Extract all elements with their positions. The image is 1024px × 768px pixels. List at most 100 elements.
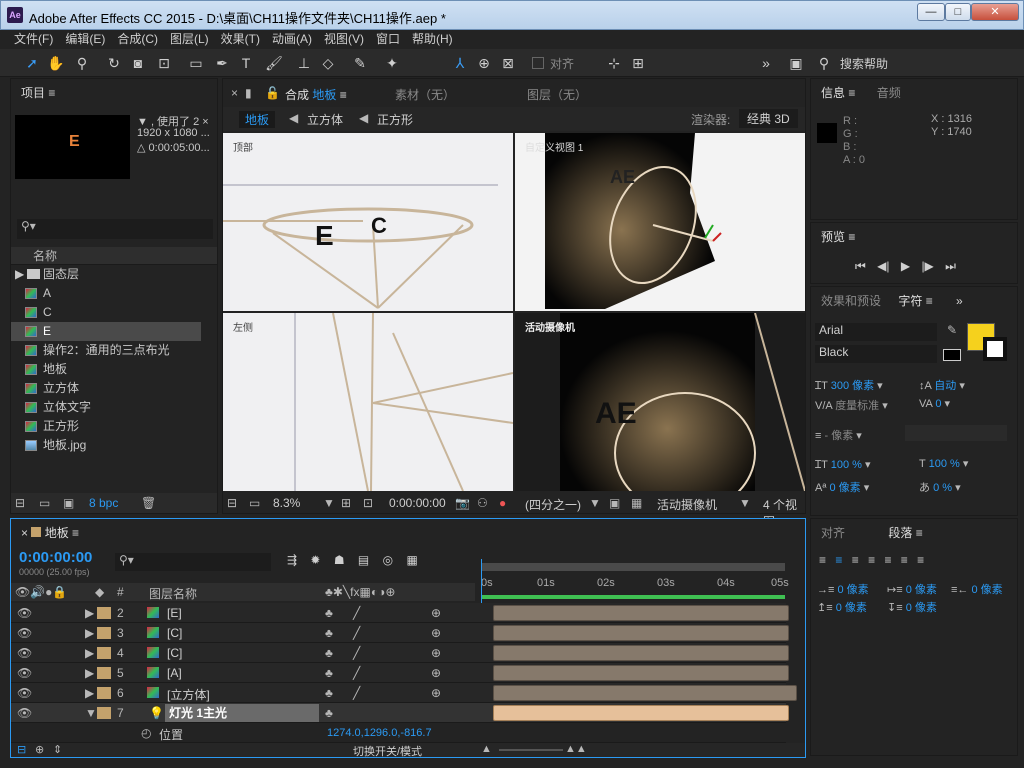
- bit-depth-button[interactable]: 8 bpc: [89, 496, 118, 510]
- minimize-button[interactable]: —: [917, 3, 945, 21]
- menu-animation[interactable]: 动画(A): [266, 30, 318, 49]
- rotate-tool-icon[interactable]: ↻: [104, 53, 124, 73]
- dropdown-icon[interactable]: ▼: [323, 496, 335, 510]
- collapse-switch-icon[interactable]: ♣: [325, 646, 333, 660]
- list-item[interactable]: 地板.jpg: [11, 436, 201, 455]
- collapse-switch-icon[interactable]: ♣: [325, 606, 333, 620]
- expand-arrow-icon[interactable]: ▶: [85, 686, 94, 700]
- view-left[interactable]: 左侧: [223, 313, 513, 491]
- monitor-icon[interactable]: ▭: [249, 496, 260, 510]
- baseline-shift-value[interactable]: 0 像素: [829, 482, 860, 494]
- composition-mini-flowchart-icon[interactable]: ⇶: [287, 553, 297, 567]
- layer-name[interactable]: [A]: [167, 666, 182, 680]
- kerning-value[interactable]: 度量标准: [835, 400, 879, 412]
- indent-right-value[interactable]: 0 像素: [971, 584, 1002, 596]
- 3d-layer-icon[interactable]: ⊕: [431, 606, 441, 620]
- mask-visibility-icon[interactable]: ⊡: [363, 496, 373, 510]
- hand-tool-icon[interactable]: ✋: [46, 53, 66, 73]
- layer-name[interactable]: [立方体]: [167, 686, 210, 703]
- menu-view[interactable]: 视图(V): [318, 30, 370, 49]
- quality-switch-icon[interactable]: ╱: [353, 606, 360, 620]
- label-color[interactable]: [97, 607, 111, 619]
- font-family-select[interactable]: Arial: [815, 323, 937, 341]
- snapshot-icon[interactable]: 📷: [455, 496, 470, 510]
- menu-file[interactable]: 文件(F): [8, 30, 59, 49]
- play-icon[interactable]: ▶: [901, 259, 910, 273]
- view-custom[interactable]: AE 自定义视图 1: [515, 133, 805, 311]
- tab-audio[interactable]: 音频: [877, 86, 901, 100]
- tab-align[interactable]: 对齐: [821, 526, 845, 540]
- collapse-switch-icon[interactable]: ♣: [325, 626, 333, 640]
- menu-window[interactable]: 窗口: [370, 30, 406, 49]
- visibility-icon[interactable]: 👁: [17, 646, 32, 660]
- next-frame-icon[interactable]: |▶: [921, 259, 933, 273]
- visibility-icon[interactable]: 👁: [17, 686, 32, 700]
- leading-value[interactable]: 自动: [934, 380, 956, 392]
- space-after-value[interactable]: 0 像素: [906, 602, 937, 614]
- label-color[interactable]: [97, 667, 111, 679]
- visibility-icon[interactable]: 👁: [17, 626, 32, 640]
- frame-blending-icon[interactable]: ▤: [358, 553, 369, 567]
- breadcrumb-item[interactable]: 立方体: [307, 111, 343, 128]
- zoom-out-icon[interactable]: ▲: [481, 743, 492, 755]
- font-style-select[interactable]: Black: [815, 345, 937, 363]
- justify-center-icon[interactable]: ≡: [884, 553, 891, 567]
- menu-layer[interactable]: 图层(L): [164, 30, 215, 49]
- tab-timeline-comp[interactable]: 地板: [45, 526, 69, 540]
- show-snapshot-icon[interactable]: ⚇: [477, 496, 488, 510]
- search-help-input[interactable]: 搜索帮助: [840, 55, 888, 72]
- breadcrumb-item[interactable]: 正方形: [377, 111, 413, 128]
- eyedropper-icon[interactable]: ✎: [947, 323, 957, 337]
- text-tool-icon[interactable]: T: [236, 53, 256, 73]
- snap-checkbox[interactable]: [532, 57, 544, 69]
- justify-left-icon[interactable]: ≡: [868, 553, 875, 567]
- visibility-icon[interactable]: 👁: [17, 706, 32, 720]
- transparency-grid-icon[interactable]: ▦: [631, 496, 642, 510]
- resolution-select[interactable]: (四分之一): [525, 496, 581, 513]
- in-out-icon[interactable]: ⇕: [53, 743, 62, 756]
- quality-switch-icon[interactable]: ╱: [353, 686, 360, 700]
- current-time[interactable]: 0:00:00:00: [389, 496, 446, 510]
- tracking-value[interactable]: 0: [935, 398, 941, 410]
- toolbar-overflow-icon[interactable]: »: [756, 53, 776, 73]
- tab-paragraph[interactable]: 段落: [888, 526, 912, 540]
- list-item[interactable]: 立方体: [11, 379, 201, 398]
- previous-frame-icon[interactable]: ◀|: [877, 259, 889, 273]
- region-of-interest-icon[interactable]: ▣: [609, 496, 620, 510]
- layer-name[interactable]: [C]: [167, 626, 182, 640]
- tab-footage[interactable]: 素材（无）: [395, 86, 455, 103]
- snap-options-icon[interactable]: ⊹: [604, 53, 624, 73]
- timeline-timecode[interactable]: 0:00:00:00: [19, 549, 92, 566]
- dropdown-icon[interactable]: ▼: [739, 496, 751, 510]
- always-preview-icon[interactable]: ⊟: [227, 496, 237, 510]
- pen-tool-icon[interactable]: ✒: [212, 53, 232, 73]
- transfer-controls-icon[interactable]: ⊕: [35, 743, 44, 756]
- layer-duration-bar[interactable]: [493, 645, 789, 661]
- layer-name[interactable]: [C]: [167, 646, 182, 660]
- list-item[interactable]: 地板: [11, 360, 201, 379]
- layer-duration-bar[interactable]: [493, 605, 789, 621]
- stopwatch-icon[interactable]: ◴: [141, 726, 151, 740]
- motion-blur-icon[interactable]: ◎: [383, 553, 393, 567]
- dropdown-icon[interactable]: ▼: [589, 496, 601, 510]
- align-right-icon[interactable]: ≡: [852, 553, 859, 567]
- lock-icon[interactable]: 🔓: [265, 86, 280, 100]
- expand-arrow-icon[interactable]: ▶: [15, 265, 24, 284]
- vertical-scale-value[interactable]: 100 %: [831, 459, 862, 471]
- selection-tool-icon[interactable]: ➚: [22, 53, 42, 73]
- expand-arrow-icon[interactable]: ▶: [85, 606, 94, 620]
- layer-duration-bar[interactable]: [493, 665, 789, 681]
- tab-info[interactable]: 信息: [821, 86, 845, 100]
- graph-editor-icon[interactable]: ▦: [406, 553, 417, 567]
- label-color[interactable]: [97, 647, 111, 659]
- puppet-pin-tool-icon[interactable]: ✦: [382, 53, 402, 73]
- column-name[interactable]: 名称: [33, 249, 57, 263]
- view-top[interactable]: 顶部 EC: [223, 133, 513, 311]
- collapse-switch-icon[interactable]: ♣: [325, 706, 333, 720]
- 3d-layer-icon[interactable]: ⊕: [431, 666, 441, 680]
- layer-duration-bar[interactable]: [493, 685, 797, 701]
- project-search-input[interactable]: ⚲▾: [17, 219, 213, 239]
- list-item[interactable]: A: [11, 284, 201, 303]
- list-item[interactable]: 立体文字: [11, 398, 201, 417]
- camera-tool-icon[interactable]: ◙: [128, 53, 148, 73]
